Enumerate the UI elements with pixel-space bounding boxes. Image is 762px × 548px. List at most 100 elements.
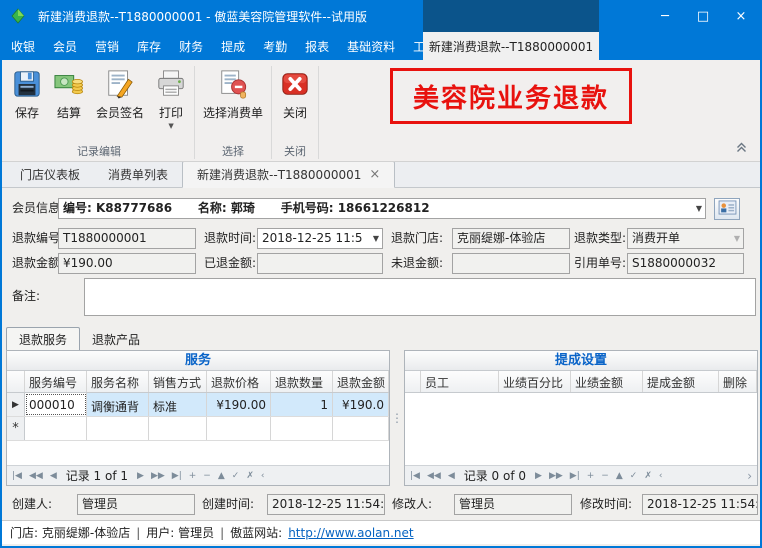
nav-endedit-icon[interactable]: ✓ bbox=[630, 471, 638, 481]
nav-last-icon[interactable]: ▶| bbox=[570, 471, 580, 481]
nav-prev-icon[interactable]: ◀ bbox=[448, 471, 455, 481]
grid-splitter-handle[interactable]: ⋮ bbox=[390, 350, 404, 486]
close-window-button[interactable]: × bbox=[722, 0, 760, 32]
new-row[interactable]: * bbox=[7, 417, 389, 441]
member-info-field[interactable]: 编号: K88777686 名称: 郭琦 手机号码: 18661226812 ▼ bbox=[58, 198, 706, 219]
remark-textarea[interactable] bbox=[84, 278, 756, 316]
commission-grid-header: 员工 业绩百分比 业绩金额 提成金额 删除 bbox=[405, 371, 757, 393]
unrefunded-amount-field[interactable] bbox=[452, 253, 570, 274]
column-header[interactable]: 退款数量 bbox=[271, 371, 333, 392]
tab-close-icon[interactable]: × bbox=[369, 170, 380, 180]
refund-time-dropdown-icon[interactable]: ▼ bbox=[373, 235, 379, 243]
nav-scroll-left-icon[interactable]: ‹ bbox=[261, 471, 265, 481]
nav-prev-page-icon[interactable]: ◀◀ bbox=[29, 471, 43, 481]
signature-icon bbox=[105, 69, 135, 102]
refund-store-field[interactable]: 克丽缇娜-体验店 bbox=[452, 228, 570, 249]
ref-order-no-field[interactable]: S1880000032 bbox=[627, 253, 744, 274]
cell-service-no[interactable]: 000010 bbox=[25, 393, 87, 416]
service-grid-navigator: |◀ ◀◀ ◀ 记录 1 of 1 ▶ ▶▶ ▶| + − ▲ ✓ ✗ ‹ bbox=[7, 465, 389, 485]
column-header[interactable]: 退款金额 bbox=[333, 371, 389, 392]
cell-refund-qty[interactable]: 1 bbox=[271, 393, 333, 416]
tab-new-consumption-refund[interactable]: 新建消费退款--T1880000001 × bbox=[182, 161, 395, 188]
nav-delete-icon[interactable]: − bbox=[203, 471, 211, 481]
status-site-label: 傲蓝网站: bbox=[230, 524, 282, 541]
column-header[interactable]: 提成金额 bbox=[643, 371, 719, 392]
menu-item-base-data[interactable]: 基础资料 bbox=[338, 32, 404, 60]
ribbon-collapse-chevron-icon[interactable] bbox=[735, 142, 748, 156]
nav-endedit-icon[interactable]: ✓ bbox=[232, 471, 240, 481]
menu-item-commission[interactable]: 提成 bbox=[212, 32, 254, 60]
maximize-button[interactable]: □ bbox=[684, 0, 722, 32]
menu-item-attendance[interactable]: 考勤 bbox=[254, 32, 296, 60]
menu-active-document-tab[interactable]: 新建消费退款--T1880000001 bbox=[423, 32, 599, 60]
nav-next-page-icon[interactable]: ▶▶ bbox=[549, 471, 563, 481]
table-row[interactable]: ▶ 000010 调衡通背 标准 ¥190.00 1 ¥190.0 bbox=[7, 393, 389, 417]
tab-store-dashboard[interactable]: 门店仪表板 bbox=[6, 162, 94, 187]
member-signature-button[interactable]: 会员签名 bbox=[90, 65, 150, 125]
cell-refund-amount[interactable]: ¥190.0 bbox=[333, 393, 389, 416]
refund-no-field[interactable]: T1880000001 bbox=[58, 228, 196, 249]
nav-delete-icon[interactable]: − bbox=[601, 471, 609, 481]
select-consumption-order-button[interactable]: 选择消费单 bbox=[197, 65, 269, 125]
nav-edit-icon[interactable]: ▲ bbox=[218, 471, 225, 481]
column-header[interactable]: 业绩百分比 bbox=[499, 371, 571, 392]
menu-item-report[interactable]: 报表 bbox=[296, 32, 338, 60]
column-header[interactable]: 服务编号 bbox=[25, 371, 87, 392]
nav-cancel-icon[interactable]: ✗ bbox=[644, 471, 652, 481]
nav-next-icon[interactable]: ▶ bbox=[535, 471, 542, 481]
tab-consumption-order-list[interactable]: 消费单列表 bbox=[94, 162, 182, 187]
nav-prev-icon[interactable]: ◀ bbox=[50, 471, 57, 481]
minimize-button[interactable]: ─ bbox=[646, 0, 684, 32]
refund-time-label: 退款时间: bbox=[204, 228, 256, 249]
aolan-website-link[interactable]: http://www.aolan.net bbox=[288, 526, 413, 540]
menu-item-member[interactable]: 会员 bbox=[44, 32, 86, 60]
service-grid-body: ▶ 000010 调衡通背 标准 ¥190.00 1 ¥190.0 * bbox=[7, 393, 389, 465]
menu-item-finance[interactable]: 财务 bbox=[170, 32, 212, 60]
menu-item-cashier[interactable]: 收银 bbox=[2, 32, 44, 60]
cell-service-name[interactable]: 调衡通背 bbox=[87, 393, 149, 416]
menu-item-marketing[interactable]: 营销 bbox=[86, 32, 128, 60]
column-header[interactable]: 删除 bbox=[719, 371, 757, 392]
nav-next-icon[interactable]: ▶ bbox=[137, 471, 144, 481]
tab-refund-services[interactable]: 退款服务 bbox=[6, 327, 80, 351]
member-dropdown-icon[interactable]: ▼ bbox=[696, 205, 702, 213]
nav-edit-icon[interactable]: ▲ bbox=[616, 471, 623, 481]
refund-type-field[interactable]: 消费开单 ▼ bbox=[627, 228, 744, 249]
tab-refund-products[interactable]: 退款产品 bbox=[80, 328, 152, 351]
column-header[interactable]: 退款价格 bbox=[207, 371, 271, 392]
service-grid-header: 服务编号 服务名称 销售方式 退款价格 退款数量 退款金额 bbox=[7, 371, 389, 393]
column-header[interactable]: 服务名称 bbox=[87, 371, 149, 392]
column-header[interactable]: 员工 bbox=[421, 371, 499, 392]
save-button[interactable]: 保存 bbox=[6, 65, 48, 125]
cell-sale-mode[interactable]: 标准 bbox=[149, 393, 207, 416]
refunded-amount-field[interactable] bbox=[257, 253, 383, 274]
column-header[interactable]: 销售方式 bbox=[149, 371, 207, 392]
nav-first-icon[interactable]: |◀ bbox=[12, 471, 22, 481]
refund-time-field[interactable]: 2018-12-25 11:5 ▼ bbox=[257, 228, 383, 249]
nav-append-icon[interactable]: + bbox=[587, 471, 595, 481]
nav-append-icon[interactable]: + bbox=[189, 471, 197, 481]
commission-grid-title: 提成设置 bbox=[405, 351, 757, 371]
menu-item-inventory[interactable]: 库存 bbox=[128, 32, 170, 60]
refund-amount-field[interactable]: ¥190.00 bbox=[58, 253, 196, 274]
print-dropdown-arrow-icon[interactable]: ▼ bbox=[168, 123, 173, 129]
nav-first-icon[interactable]: |◀ bbox=[410, 471, 420, 481]
ribbon-group-label-close: 关闭 bbox=[274, 144, 316, 161]
nav-cancel-icon[interactable]: ✗ bbox=[246, 471, 254, 481]
print-button[interactable]: 打印 ▼ bbox=[150, 65, 192, 133]
settle-button[interactable]: 结算 bbox=[48, 65, 90, 125]
app-window: 新建消费退款--T1880000001 - 傲蓝美容院管理软件--试用版 ─ □… bbox=[0, 0, 762, 548]
refunded-amount-label: 已退金额: bbox=[204, 253, 256, 274]
nav-next-page-icon[interactable]: ▶▶ bbox=[151, 471, 165, 481]
cell-refund-price[interactable]: ¥190.00 bbox=[207, 393, 271, 416]
close-form-button-label: 关闭 bbox=[283, 104, 307, 121]
nav-scroll-right-icon[interactable]: › bbox=[747, 469, 752, 483]
new-row-marker-icon: * bbox=[7, 417, 25, 440]
settle-button-label: 结算 bbox=[57, 104, 81, 121]
nav-last-icon[interactable]: ▶| bbox=[172, 471, 182, 481]
close-form-button[interactable]: 关闭 bbox=[274, 65, 316, 125]
member-card-button[interactable] bbox=[714, 198, 740, 220]
column-header[interactable]: 业绩金额 bbox=[571, 371, 643, 392]
nav-prev-page-icon[interactable]: ◀◀ bbox=[427, 471, 441, 481]
nav-scroll-left-icon[interactable]: ‹ bbox=[659, 471, 663, 481]
